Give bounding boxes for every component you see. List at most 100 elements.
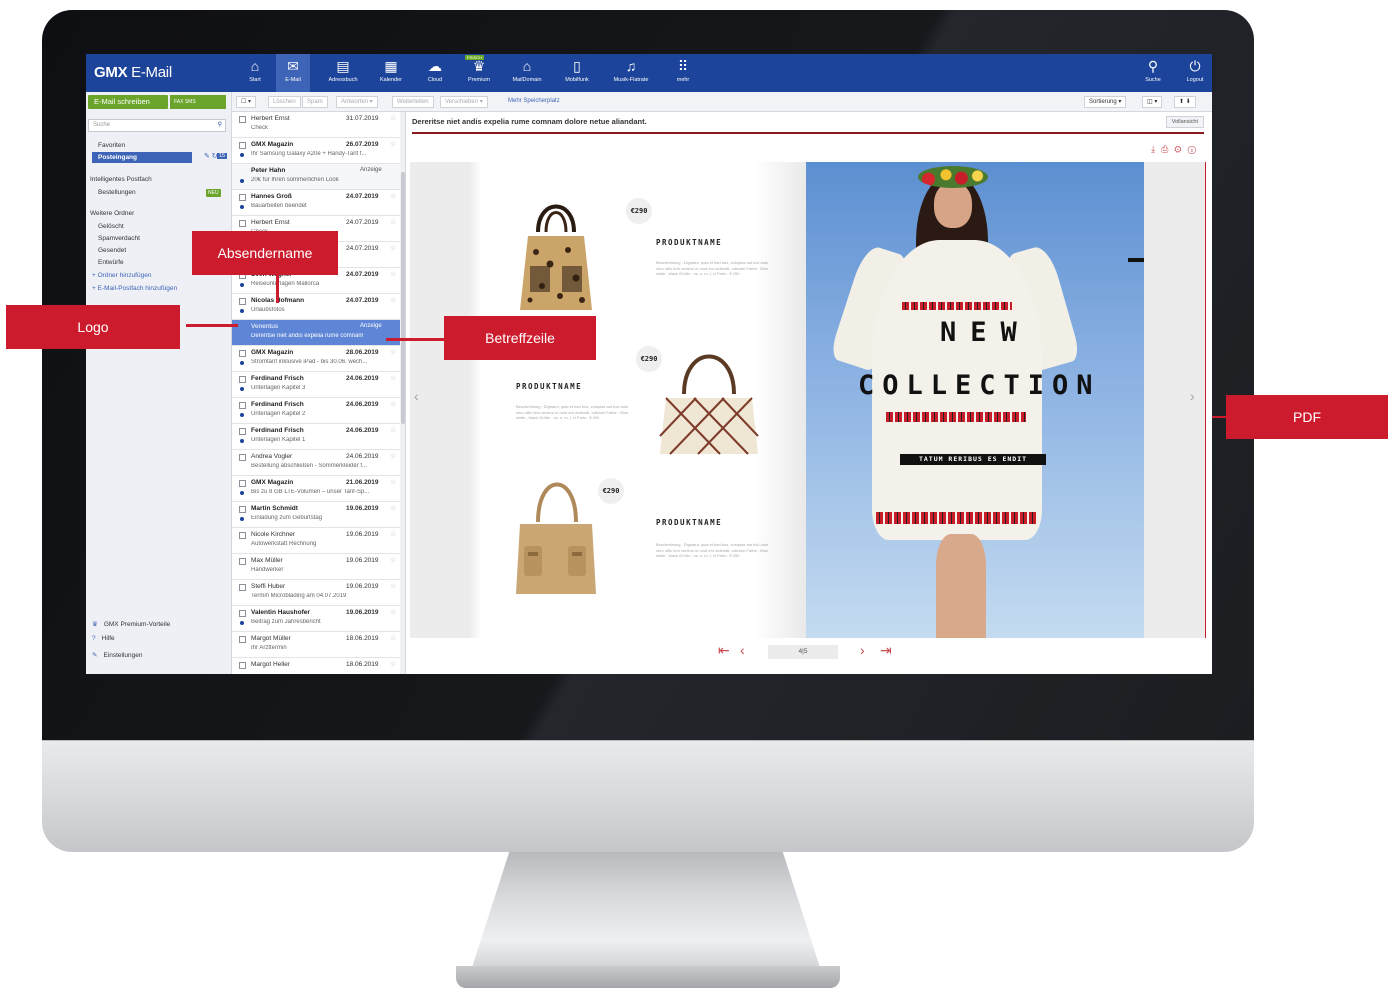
nav-mehr[interactable]: ⠿ mehr xyxy=(666,54,700,92)
message-row[interactable]: Margot Müller 18.06.2019 ☆ Ihr Arzttermin xyxy=(232,632,400,658)
sidebar-settings-link[interactable]: ✎ Einstellungen xyxy=(92,651,142,659)
sidebar-premium-link[interactable]: ♛ GMX Premium-Vorteile xyxy=(92,620,170,628)
print-icon[interactable]: ⎙ xyxy=(1161,144,1174,154)
ad-row[interactable]: Venentus Anzeige Dereritse niet andis expe… xyxy=(232,320,400,346)
gmx-logo[interactable]: GMX E-Mail xyxy=(94,64,172,81)
nav-adressbuch[interactable]: ▤ Adressbuch xyxy=(326,54,360,92)
sidebar-folder[interactable]: Gesendet xyxy=(98,247,126,254)
nav-suche[interactable]: ⚲ Suche xyxy=(1136,54,1170,92)
sidebar-help-link[interactable]: ? Hilfe xyxy=(92,635,115,642)
nav-logout[interactable]: ⏻ Logout xyxy=(1178,54,1212,92)
row-checkbox[interactable] xyxy=(239,480,246,487)
message-row[interactable]: Nicole Kirchner 19.06.2019 ☆ Autowerkstatt … xyxy=(232,528,400,554)
compose-button[interactable]: E-Mail schreiben xyxy=(88,95,168,109)
sidebar-weitere-ordner[interactable]: Weitere Ordner xyxy=(90,210,134,217)
star-icon[interactable]: ☆ xyxy=(390,582,396,590)
forward-button[interactable]: Weiterleiten xyxy=(392,96,434,108)
message-row[interactable]: Ferdinand Frisch 24.06.2019 ☆ Unterlagen Ka… xyxy=(232,372,400,398)
row-checkbox[interactable] xyxy=(239,376,246,383)
star-icon[interactable]: ☆ xyxy=(390,660,396,668)
message-row[interactable]: Valentin Haushofer 19.06.2019 ☆ Beitrag zum… xyxy=(232,606,400,632)
pdf-viewer[interactable]: ‹ › €290 PRODUKTNAME Beschreibung : Dign… xyxy=(410,162,1206,638)
select-all-checkbox[interactable]: ☐ ▾ xyxy=(236,96,257,108)
message-row[interactable]: GMX Magazin 28.06.2019 ☆ Stromtarif inklusi… xyxy=(232,346,400,372)
reply-button[interactable]: Antworten ▾ xyxy=(336,96,378,108)
move-button[interactable]: Verschieben ▾ xyxy=(440,96,488,108)
next-page-icon[interactable]: › xyxy=(860,642,865,658)
row-checkbox[interactable] xyxy=(239,402,246,409)
row-checkbox[interactable] xyxy=(239,298,246,305)
message-row[interactable]: Nicolas Hofmann 24.07.2019 ☆ Urlaubsfotos xyxy=(232,294,400,320)
star-icon[interactable]: ☆ xyxy=(390,400,396,408)
nav-kalender[interactable]: ▦ Kalender xyxy=(374,54,408,92)
info-icon[interactable]: ⓘ xyxy=(1188,144,1202,154)
message-row[interactable]: Steffi Huber 19.06.2019 ☆ Termin Microbladi… xyxy=(232,580,400,606)
row-checkbox[interactable] xyxy=(239,220,246,227)
full-view-button[interactable]: Vollansicht xyxy=(1165,116,1204,128)
message-row[interactable]: GMX Magazin 26.07.2019 ☆ Ihr Samsung Galaxy… xyxy=(232,138,400,164)
star-icon[interactable]: ☆ xyxy=(390,426,396,434)
nav-musik[interactable]: ♫ Musik-Flatrate xyxy=(614,54,649,92)
row-checkbox[interactable] xyxy=(239,662,246,669)
fax-sms-button[interactable]: FAX SMS xyxy=(170,95,226,109)
add-folder-link[interactable]: + Ordner hinzufügen xyxy=(92,272,151,279)
last-page-icon[interactable]: ⇥ xyxy=(880,642,892,659)
message-row[interactable]: Herbert Ernst 31.07.2019 ☆ Check xyxy=(232,112,400,138)
more-storage-link[interactable]: Mehr Speicherplatz xyxy=(508,98,560,104)
message-row[interactable]: Andrea Vogler 24.06.2019 ☆ Bestellung absch… xyxy=(232,450,400,476)
spam-button[interactable]: Spam xyxy=(302,96,328,108)
message-row[interactable]: Margot Heller 18.06.2019 ☆ xyxy=(232,658,400,674)
sort-dropdown[interactable]: Sortierung ▾ xyxy=(1084,96,1127,108)
layout-toggle-icon[interactable]: ◫ ▾ xyxy=(1142,96,1163,108)
star-icon[interactable]: ☆ xyxy=(390,634,396,642)
folder-search-input[interactable]: Suche ⚲ xyxy=(88,119,226,132)
star-icon[interactable]: ☆ xyxy=(390,478,396,486)
nav-premium[interactable]: FRISCH ♛ Premium xyxy=(462,54,496,92)
message-row[interactable]: Ferdinand Frisch 24.06.2019 ☆ Unterlagen Ka… xyxy=(232,424,400,450)
row-checkbox[interactable] xyxy=(239,558,246,565)
star-icon[interactable]: ☆ xyxy=(390,374,396,382)
nav-start[interactable]: ⌂ Start xyxy=(238,54,272,92)
row-checkbox[interactable] xyxy=(239,194,246,201)
star-icon[interactable]: ☆ xyxy=(390,192,396,200)
star-icon[interactable]: ☆ xyxy=(390,348,396,356)
star-icon[interactable]: ☆ xyxy=(390,608,396,616)
row-checkbox[interactable] xyxy=(239,610,246,617)
refresh-icon[interactable]: ✎ ↻ xyxy=(204,152,218,160)
row-checkbox[interactable] xyxy=(239,116,246,123)
nav-mobilfunk[interactable]: ▯ Mobilfunk xyxy=(560,54,594,92)
sidebar-posteingang[interactable]: Posteingang xyxy=(92,152,192,163)
delete-button[interactable]: Löschen xyxy=(268,96,301,108)
row-checkbox[interactable] xyxy=(239,636,246,643)
row-checkbox[interactable] xyxy=(239,454,246,461)
nav-email[interactable]: ✉ E-Mail xyxy=(276,54,310,92)
message-row[interactable]: Ferdinand Frisch 24.06.2019 ☆ Unterlagen Ka… xyxy=(232,398,400,424)
page-indicator[interactable]: 4|5 xyxy=(768,645,838,659)
sidebar-smart-box[interactable]: Intelligentes Postfach xyxy=(90,176,152,183)
nav-cloud[interactable]: ☁ Cloud xyxy=(418,54,452,92)
message-row[interactable]: GMX Magazin 21.06.2019 ☆ Bis zu 8 GB LTE-Vo… xyxy=(232,476,400,502)
star-icon[interactable]: ☆ xyxy=(390,556,396,564)
sidebar-folder[interactable]: Spamverdacht xyxy=(98,235,140,242)
row-checkbox[interactable] xyxy=(239,532,246,539)
row-checkbox[interactable] xyxy=(239,428,246,435)
star-icon[interactable]: ☆ xyxy=(390,218,396,226)
message-row[interactable]: Max Müller 19.06.2019 ☆ Handwerker xyxy=(232,554,400,580)
star-icon[interactable]: ☆ xyxy=(390,452,396,460)
row-checkbox[interactable] xyxy=(239,584,246,591)
sort-direction-icon[interactable]: ⬆ ⬇ xyxy=(1174,96,1196,108)
star-icon[interactable]: ☆ xyxy=(390,114,396,122)
row-checkbox[interactable] xyxy=(239,142,246,149)
star-icon[interactable]: ☆ xyxy=(390,504,396,512)
prev-page-arrow-icon[interactable]: ‹ xyxy=(414,388,419,404)
star-icon[interactable]: ☆ xyxy=(390,140,396,148)
add-mailbox-link[interactable]: + E-Mail-Postfach hinzufügen xyxy=(92,285,177,292)
sidebar-folder[interactable]: Gelöscht xyxy=(98,223,124,230)
settings-icon[interactable]: ⚙ xyxy=(1174,144,1187,154)
sidebar-bestellungen[interactable]: Bestellungen xyxy=(98,189,136,196)
scrollbar-thumb[interactable] xyxy=(401,172,405,424)
star-icon[interactable]: ☆ xyxy=(390,270,396,278)
sidebar-folder[interactable]: Entwürfe xyxy=(98,259,124,266)
row-checkbox[interactable] xyxy=(239,350,246,357)
nav-maildomain[interactable]: ⌂ MailDomain xyxy=(510,54,544,92)
